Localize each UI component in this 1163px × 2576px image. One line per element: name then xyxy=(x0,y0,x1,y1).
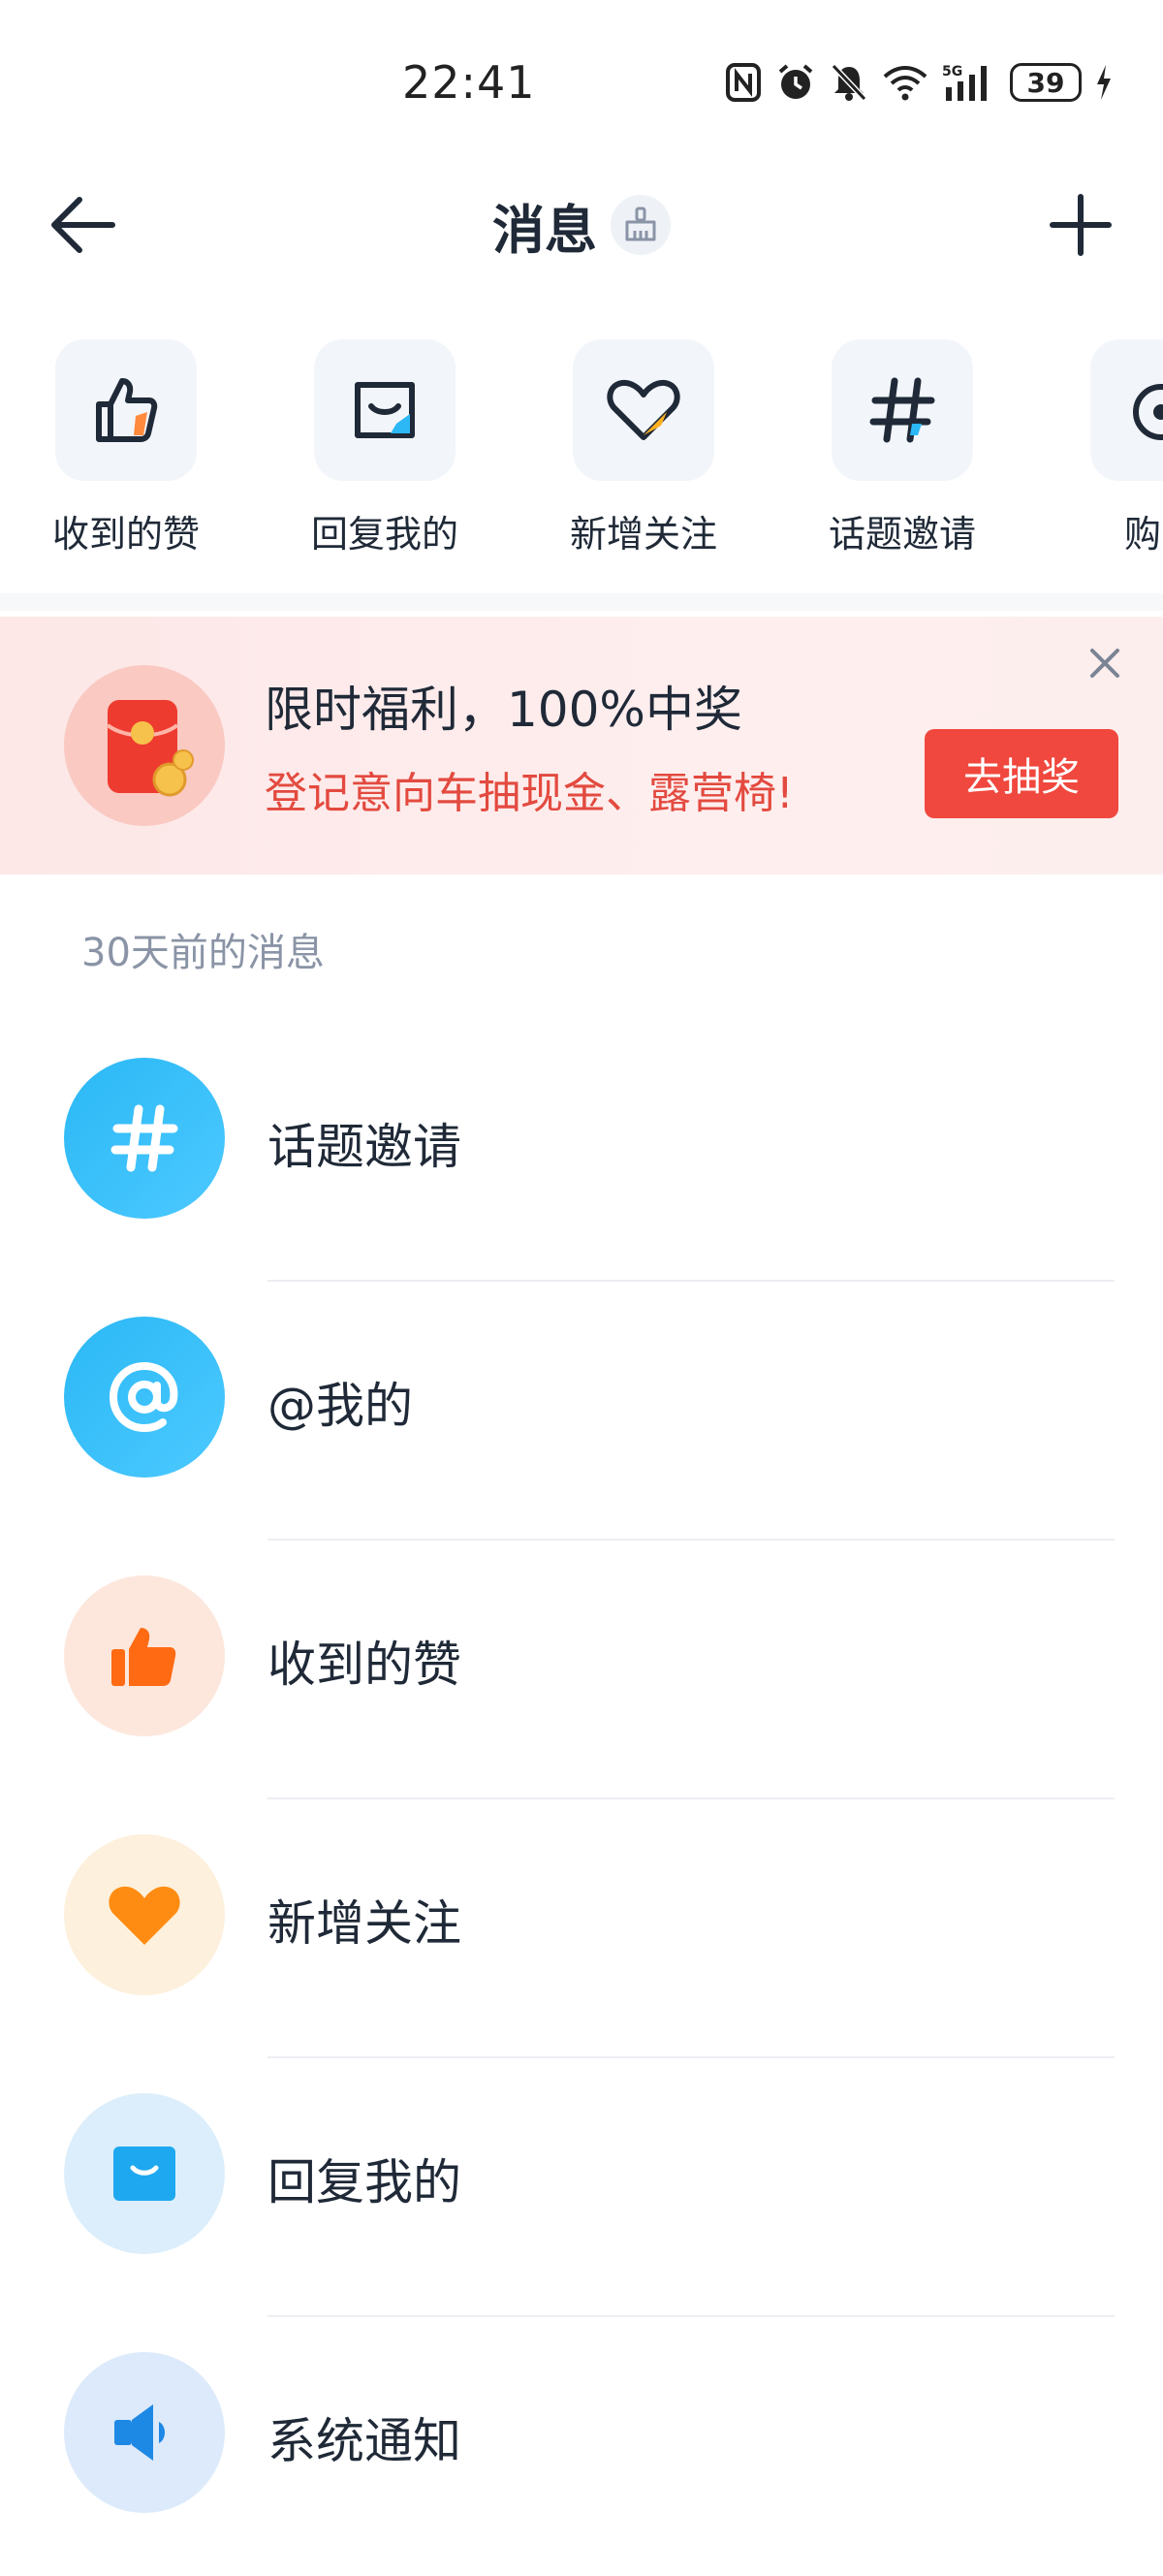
signal-5g-icon: 5G xyxy=(942,62,996,103)
heart-icon xyxy=(64,1834,225,1995)
page-title: 消息 xyxy=(492,199,597,261)
quick-entry-label: 回复我的 xyxy=(310,513,458,556)
list-item-label: 回复我的 xyxy=(267,2154,461,2210)
inbox-icon xyxy=(64,2093,225,2254)
quick-entry-row: 收到的赞 回复我的 新增关注 话题邀请 购车 xyxy=(0,339,1163,562)
draw-lottery-button[interactable]: 去抽奖 xyxy=(925,729,1118,818)
section-header: 30天前的消息 xyxy=(81,931,325,975)
clear-unread-button[interactable] xyxy=(611,195,671,255)
quick-entry-car[interactable]: 购车 xyxy=(1054,339,1163,557)
mute-icon xyxy=(830,62,868,103)
status-bar: 22:41 5G 39 xyxy=(0,0,1163,165)
status-time: 22:41 xyxy=(402,56,536,109)
promo-close-button[interactable] xyxy=(1082,640,1128,686)
status-icons: 5G 39 xyxy=(725,58,1113,107)
inbox-icon xyxy=(355,382,415,438)
list-item-label: 系统通知 xyxy=(267,2413,461,2469)
at-icon xyxy=(64,1317,225,1478)
quick-entry-tile xyxy=(832,339,973,481)
speaker-icon xyxy=(64,2352,225,2513)
plus-icon xyxy=(1050,194,1112,256)
svg-text:5G: 5G xyxy=(942,64,962,80)
quick-entry-label: 购车 xyxy=(1123,513,1163,556)
list-item-replies[interactable]: 回复我的 xyxy=(0,2058,1163,2317)
list-item-label: @我的 xyxy=(267,1378,413,1434)
list-item-label: 新增关注 xyxy=(267,1895,461,1952)
thumbs-up-icon xyxy=(96,378,158,442)
list-item-mentions[interactable]: @我的 xyxy=(0,1282,1163,1541)
quick-entry-label: 收到的赞 xyxy=(51,513,200,556)
hashtag-icon xyxy=(64,1058,225,1219)
quick-entry-likes[interactable]: 收到的赞 xyxy=(19,339,233,557)
list-item-new-follows[interactable]: 新增关注 xyxy=(0,1799,1163,2058)
section-divider xyxy=(0,593,1163,611)
list-item-topic-invite[interactable]: 话题邀请 xyxy=(0,1023,1163,1282)
car-icon xyxy=(1133,384,1163,440)
quick-entry-tile xyxy=(1090,339,1163,481)
add-button[interactable] xyxy=(1037,186,1124,264)
quick-entry-replies[interactable]: 回复我的 xyxy=(278,339,491,557)
quick-entry-label: 话题邀请 xyxy=(828,513,976,556)
promo-subtitle: 登记意向车抽现金、露营椅! xyxy=(265,769,794,818)
wifi-icon xyxy=(882,63,928,102)
hashtag-icon xyxy=(869,377,935,443)
alarm-icon xyxy=(775,62,816,103)
nav-title-group: 消息 xyxy=(0,186,1163,264)
heart-icon xyxy=(607,379,680,440)
quick-entry-topics[interactable]: 话题邀请 xyxy=(796,339,1009,557)
list-item-likes[interactable]: 收到的赞 xyxy=(0,1541,1163,1799)
battery-level: 39 xyxy=(1026,66,1065,99)
quick-entry-tile xyxy=(314,339,456,481)
thumbs-up-icon xyxy=(64,1575,225,1736)
promo-banner[interactable]: 限时福利，100%中奖 登记意向车抽现金、露营椅! 去抽奖 xyxy=(0,617,1163,875)
list-item-label: 话题邀请 xyxy=(267,1119,461,1175)
nav-bar: 消息 xyxy=(0,165,1163,281)
charging-icon xyxy=(1095,63,1113,102)
quick-entry-label: 新增关注 xyxy=(569,513,717,556)
list-item-label: 收到的赞 xyxy=(267,1637,461,1693)
battery-icon: 39 xyxy=(1010,63,1082,102)
quick-entry-tile xyxy=(55,339,197,481)
close-icon xyxy=(1090,649,1119,678)
message-list: 话题邀请 @我的 收到的赞 新增关注 回复我的 系统通知 xyxy=(0,1023,1163,2576)
quick-entry-follows[interactable]: 新增关注 xyxy=(537,339,750,557)
quick-entry-tile xyxy=(573,339,714,481)
red-envelope-icon xyxy=(64,665,225,826)
list-item-system-notice[interactable]: 系统通知 xyxy=(0,2317,1163,2576)
broom-icon xyxy=(625,207,656,241)
promo-title: 限时福利，100%中奖 xyxy=(265,682,742,738)
nfc-icon xyxy=(725,62,762,103)
